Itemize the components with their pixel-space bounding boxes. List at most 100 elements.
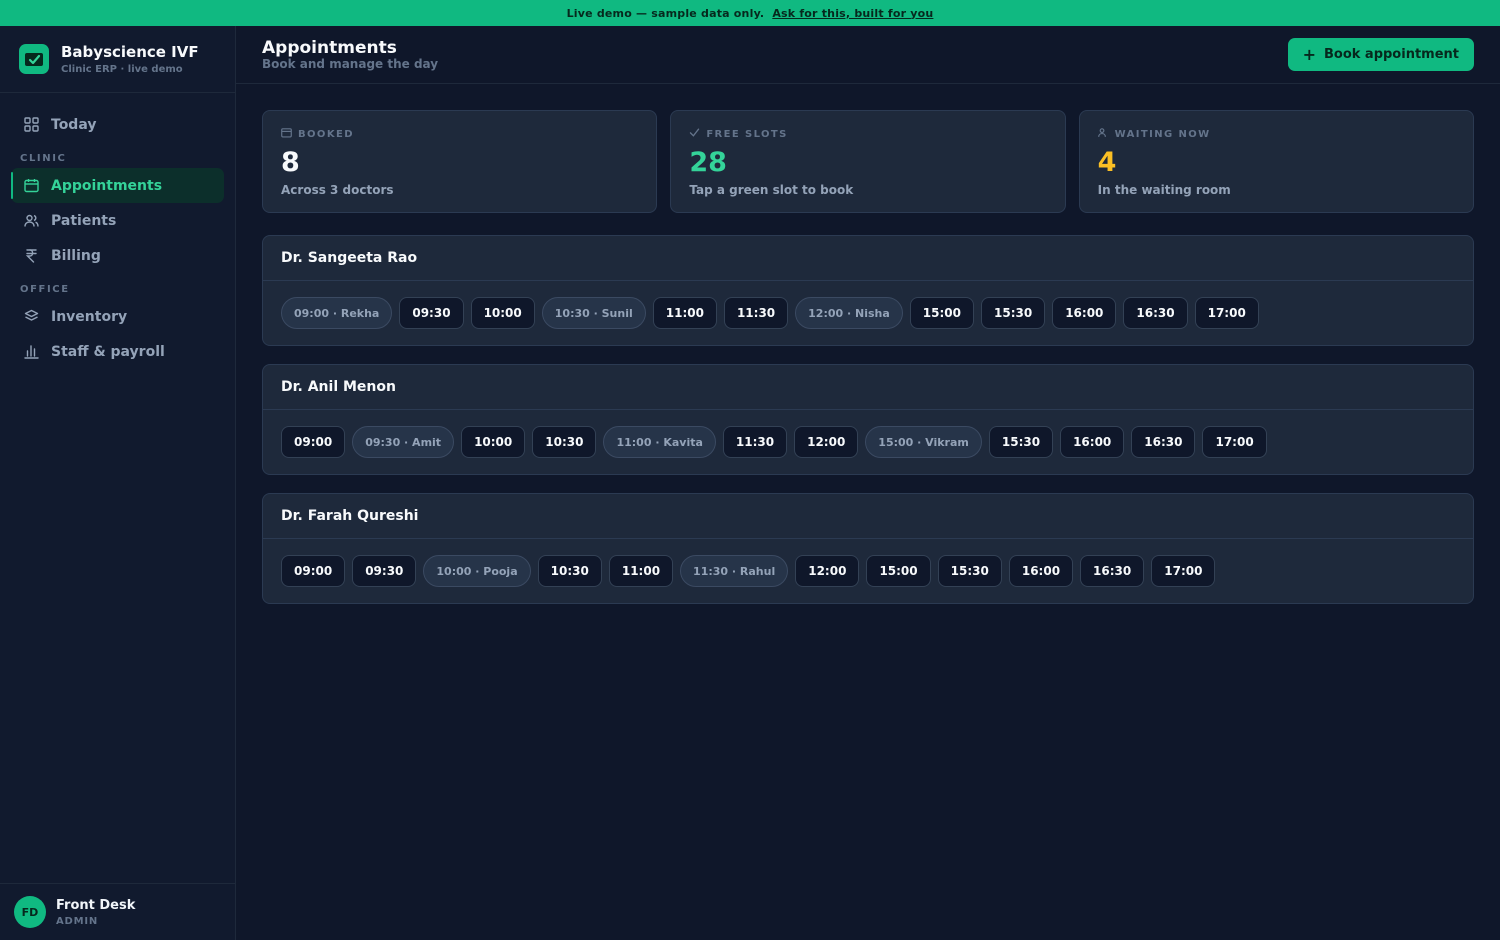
free-slot[interactable]: 16:00	[1060, 426, 1125, 458]
page-title: Appointments	[262, 38, 397, 58]
doctor-schedule-card: Dr. Farah Qureshi 09:00 09:30 10:00 · Pooj…	[262, 493, 1474, 604]
stat-note: Tap a green slot to book	[689, 183, 854, 197]
free-slot[interactable]: 15:00	[909, 297, 974, 329]
page-header: Appointments Book and manage the day + B…	[236, 26, 1500, 84]
stat-card-booked: BOOKED 8 Across 3 doctors	[262, 110, 658, 213]
user-name: Front Desk	[56, 897, 136, 913]
sidebar: Babyscience IVF Clinic ERP · live demo T…	[0, 26, 236, 940]
nav-label-today: Today	[51, 116, 97, 133]
free-slot[interactable]: 10:30	[537, 555, 602, 587]
demo-banner: Live demo — sample data only. Ask for th…	[0, 0, 1500, 26]
booked-slot[interactable]: 11:30 · Rahul	[680, 555, 789, 587]
free-slot[interactable]: 17:00	[1194, 297, 1259, 329]
stat-note: Across 3 doctors	[281, 183, 394, 197]
free-slot[interactable]: 12:00	[795, 555, 860, 587]
rupee-icon	[23, 248, 39, 264]
doctor-schedule-card: Dr. Anil Menon 09:00 09:30 · Amit 10:00 10:…	[262, 364, 1474, 475]
free-slot[interactable]: 16:30	[1080, 555, 1145, 587]
free-slot[interactable]: 11:00	[652, 297, 717, 329]
users-icon	[1097, 127, 1109, 141]
nav-section-clinic: CLINIC	[20, 152, 67, 164]
avatar: FD	[14, 896, 46, 928]
user-profile[interactable]: FD Front Desk ADMIN	[0, 883, 235, 940]
page-subtitle: Book and manage the day	[262, 57, 439, 71]
book-appointment-label: Book appointment	[1323, 47, 1459, 62]
slot-list: 09:00 09:30 10:00 · Pooja 10:30 11:00 11:30 ·…	[263, 539, 1473, 603]
slot-list: 09:00 · Rekha 09:30 10:00 10:30 · Sunil 11:0…	[263, 281, 1473, 345]
nav-item-billing[interactable]: Billing	[11, 238, 224, 273]
user-role: ADMIN	[56, 915, 99, 927]
stat-value: 4	[1097, 147, 1117, 178]
booked-slot[interactable]: 15:00 · Vikram	[865, 426, 982, 458]
nav-item-staff-payroll[interactable]: Staff & payroll	[11, 334, 224, 369]
free-slot[interactable]: 17:00	[1202, 426, 1267, 458]
nav-label-billing: Billing	[51, 247, 101, 264]
nav-label-inventory: Inventory	[51, 308, 128, 325]
stat-label: BOOKED	[281, 127, 638, 141]
slot-list: 09:00 09:30 · Amit 10:00 10:30 11:00 · Kavit…	[263, 410, 1473, 474]
booked-slot[interactable]: 10:30 · Sunil	[541, 297, 646, 329]
free-slot[interactable]: 16:30	[1131, 426, 1196, 458]
calendar-icon	[281, 127, 292, 141]
stat-label: WAITING NOW	[1097, 127, 1455, 141]
free-slot[interactable]: 10:30	[532, 426, 597, 458]
brand[interactable]: Babyscience IVF Clinic ERP · live demo	[0, 26, 235, 93]
free-slot[interactable]: 16:00	[1052, 297, 1117, 329]
free-slot[interactable]: 11:00	[608, 555, 674, 587]
brand-name: Babyscience IVF	[61, 43, 199, 61]
nav-item-inventory[interactable]: Inventory	[11, 299, 224, 334]
bar-chart-icon	[23, 344, 39, 360]
free-slot[interactable]: 16:00	[1008, 555, 1074, 587]
nav-item-patients[interactable]: Patients	[11, 203, 224, 238]
doctor-name: Dr. Sangeeta Rao	[263, 236, 1473, 281]
stat-note: In the waiting room	[1097, 183, 1231, 197]
free-slot[interactable]: 09:00	[281, 426, 346, 458]
layers-icon	[23, 309, 39, 325]
book-appointment-button[interactable]: + Book appointment	[1287, 38, 1474, 71]
booked-slot[interactable]: 09:30 · Amit	[352, 426, 455, 458]
free-slot[interactable]: 09:30	[352, 555, 417, 587]
check-icon	[689, 127, 700, 141]
nav-label-staff-payroll: Staff & payroll	[51, 343, 165, 360]
free-slot[interactable]: 12:00	[794, 426, 859, 458]
doctor-name: Dr. Farah Qureshi	[263, 494, 1473, 539]
logo-icon	[19, 44, 49, 74]
stats-row: BOOKED 8 Across 3 doctors FREE SLOTS 28 …	[262, 110, 1474, 213]
users-icon	[23, 213, 39, 229]
nav-item-appointments[interactable]: Appointments	[11, 168, 224, 203]
free-slot[interactable]: 17:00	[1151, 555, 1216, 587]
calendar-icon	[23, 178, 39, 194]
booked-slot[interactable]: 09:00 · Rekha	[281, 297, 393, 329]
nav-label-appointments: Appointments	[51, 177, 163, 194]
banner-text: Live demo — sample data only.	[566, 6, 765, 20]
booked-slot[interactable]: 10:00 · Pooja	[423, 555, 531, 587]
main-nav: Today CLINIC Appointments Patients Billi…	[0, 93, 235, 369]
banner-link[interactable]: Ask for this, built for you	[772, 7, 933, 20]
doctor-name: Dr. Anil Menon	[263, 365, 1473, 410]
stat-card-free-slots: FREE SLOTS 28 Tap a green slot to book	[670, 110, 1066, 213]
nav-item-today[interactable]: Today	[11, 107, 224, 142]
brand-subtitle: Clinic ERP · live demo	[61, 64, 183, 75]
free-slot[interactable]: 15:30	[937, 555, 1002, 587]
free-slot[interactable]: 16:30	[1123, 297, 1188, 329]
stat-card-waiting-now: WAITING NOW 4 In the waiting room	[1078, 110, 1474, 213]
free-slot[interactable]: 10:00	[461, 426, 526, 458]
doctor-schedule-card: Dr. Sangeeta Rao 09:00 · Rekha 09:30 10:00…	[262, 235, 1474, 346]
free-slot[interactable]: 15:30	[981, 297, 1046, 329]
grid-icon	[23, 117, 39, 133]
stat-value: 28	[689, 147, 727, 178]
free-slot[interactable]: 09:00	[281, 555, 346, 587]
nav-section-office: OFFICE	[20, 283, 70, 295]
free-slot[interactable]: 15:00	[866, 555, 931, 587]
booked-slot[interactable]: 11:00 · Kavita	[603, 426, 716, 458]
booked-slot[interactable]: 12:00 · Nisha	[795, 297, 903, 329]
free-slot[interactable]: 11:30	[722, 426, 788, 458]
nav-label-patients: Patients	[51, 212, 117, 229]
free-slot[interactable]: 09:30	[399, 297, 464, 329]
free-slot[interactable]: 15:30	[988, 426, 1054, 458]
free-slot[interactable]: 11:30	[723, 297, 789, 329]
stat-label: FREE SLOTS	[689, 127, 1046, 141]
plus-icon: +	[1302, 44, 1316, 64]
stat-value: 8	[281, 147, 300, 178]
free-slot[interactable]: 10:00	[470, 297, 535, 329]
